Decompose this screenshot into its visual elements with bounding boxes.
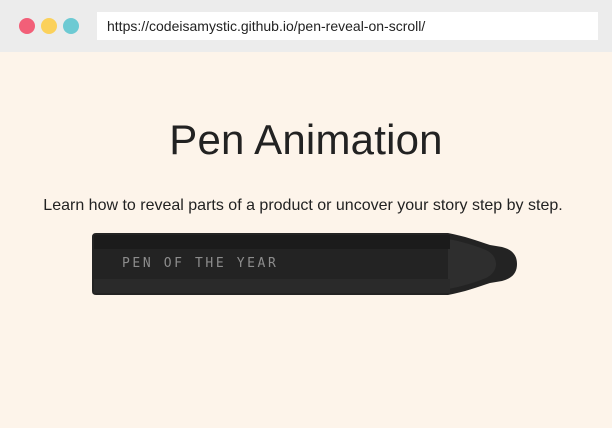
address-bar[interactable]: https://codeisamystic.github.io/pen-reve… bbox=[97, 12, 598, 40]
maximize-window-icon[interactable] bbox=[63, 18, 79, 34]
close-window-icon[interactable] bbox=[19, 18, 35, 34]
pen-bottom-shade bbox=[94, 279, 450, 293]
page-title: Pen Animation bbox=[169, 116, 443, 163]
browser-toolbar: https://codeisamystic.github.io/pen-reve… bbox=[0, 0, 612, 52]
page-subtitle: Learn how to reveal parts of a product o… bbox=[43, 197, 563, 214]
minimize-window-icon[interactable] bbox=[41, 18, 57, 34]
pen-label: PEN OF THE YEAR bbox=[122, 256, 279, 271]
page-content: Pen Animation Learn how to reveal parts … bbox=[0, 52, 612, 428]
pen-top-shade bbox=[94, 235, 450, 249]
url-text: https://codeisamystic.github.io/pen-reve… bbox=[107, 18, 426, 34]
